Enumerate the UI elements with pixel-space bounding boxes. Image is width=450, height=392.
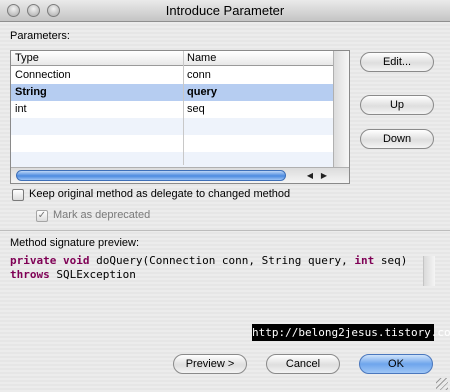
- table-row[interactable]: Connection conn: [11, 67, 333, 84]
- name-cell: conn: [187, 69, 211, 81]
- keep-original-label: Keep original method as delegate to chan…: [29, 188, 291, 200]
- up-button[interactable]: Up: [360, 95, 434, 115]
- column-header-name[interactable]: Name: [187, 52, 216, 64]
- horizontal-scrollbar[interactable]: ◀ ▶: [11, 167, 349, 183]
- keyword-void: void: [62, 254, 90, 267]
- type-cell: Connection: [15, 69, 71, 81]
- keep-original-checkbox[interactable]: [12, 189, 24, 201]
- signature-line-2: throws SQLException: [10, 268, 436, 282]
- ok-button[interactable]: OK: [359, 354, 433, 374]
- name-cell: query: [187, 86, 217, 98]
- column-divider: [183, 51, 184, 165]
- scrollbar-thumb[interactable]: [16, 170, 286, 181]
- empty-row: [11, 135, 333, 152]
- type-cell: String: [15, 86, 47, 98]
- empty-row: [11, 152, 333, 167]
- resize-grip-icon[interactable]: [436, 378, 448, 390]
- mark-deprecated-checkbox[interactable]: ✓: [36, 210, 48, 222]
- separator: [0, 230, 450, 231]
- parameters-label: Parameters:: [10, 30, 70, 42]
- cancel-button[interactable]: Cancel: [266, 354, 340, 374]
- window-title: Introduce Parameter: [165, 3, 285, 18]
- keyword-int: int: [354, 254, 375, 267]
- preview-scrollbar[interactable]: [423, 256, 435, 286]
- signature-text: SQLException: [49, 268, 136, 281]
- preview-button[interactable]: Preview >: [173, 354, 247, 374]
- table-header: Type Name: [11, 51, 333, 66]
- column-header-type[interactable]: Type: [15, 52, 39, 64]
- scroll-left-icon[interactable]: ◀: [303, 169, 317, 182]
- vertical-scrollbar[interactable]: [333, 51, 349, 167]
- signature-text: seq): [374, 254, 408, 267]
- mark-deprecated-label: Mark as deprecated: [53, 209, 151, 221]
- scroll-right-icon[interactable]: ▶: [317, 169, 331, 182]
- watermark: http://belong2jesus.tistory.com: [252, 324, 450, 341]
- type-cell: int: [15, 103, 27, 115]
- signature-line-1: private void doQuery(Connection conn, St…: [10, 254, 436, 268]
- preview-label: Method signature preview:: [10, 237, 140, 249]
- edit-button[interactable]: Edit...: [360, 52, 434, 72]
- dialog-content: Parameters: Type Name Connection conn St…: [0, 22, 450, 392]
- signature-text: doQuery(Connection conn, String query,: [89, 254, 355, 267]
- empty-row: [11, 118, 333, 135]
- signature-preview: private void doQuery(Connection conn, St…: [10, 254, 436, 290]
- parameters-table[interactable]: Type Name Connection conn String query i…: [10, 50, 350, 184]
- keyword-private: private: [10, 254, 57, 267]
- title-bar: Introduce Parameter: [0, 0, 450, 22]
- name-cell: seq: [187, 103, 205, 115]
- table-row-selected[interactable]: String query: [11, 84, 333, 101]
- keyword-throws: throws: [10, 268, 50, 281]
- table-row[interactable]: int seq: [11, 101, 333, 118]
- down-button[interactable]: Down: [360, 129, 434, 149]
